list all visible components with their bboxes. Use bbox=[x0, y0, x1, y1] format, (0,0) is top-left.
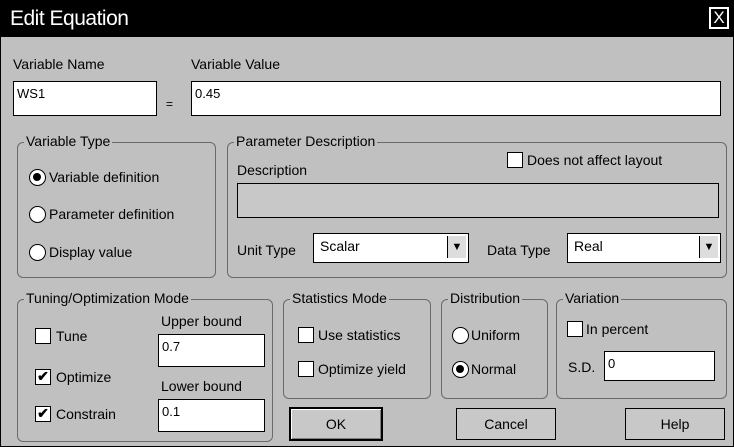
variable-name-label: Variable Name bbox=[13, 56, 105, 72]
optimize-checkbox[interactable]: ✔ bbox=[35, 369, 51, 385]
parameter-definition-radio[interactable] bbox=[29, 206, 46, 223]
upper-bound-input[interactable]: 0.7 bbox=[158, 334, 265, 367]
distribution-legend: Distribution bbox=[448, 290, 523, 306]
variable-value-label: Variable Value bbox=[191, 56, 280, 72]
variation-legend: Variation bbox=[563, 290, 622, 306]
does-not-affect-layout-label: Does not affect layout bbox=[527, 152, 663, 168]
chevron-down-icon[interactable]: ▼ bbox=[699, 236, 718, 258]
tune-checkbox[interactable] bbox=[35, 328, 51, 344]
data-type-label: Data Type bbox=[487, 242, 551, 258]
lower-bound-input[interactable]: 0.1 bbox=[158, 399, 265, 432]
description-label: Description bbox=[237, 162, 308, 178]
optimize-yield-checkbox[interactable] bbox=[298, 361, 314, 377]
help-button[interactable]: Help bbox=[625, 408, 725, 440]
distribution-group: Distribution bbox=[441, 290, 548, 399]
sd-label: S.D. bbox=[568, 359, 596, 375]
parameter-description-legend: Parameter Description bbox=[234, 133, 378, 149]
tuning-optimization-legend: Tuning/Optimization Mode bbox=[24, 290, 191, 306]
dialog-title: Edit Equation bbox=[10, 7, 129, 30]
variable-name-input[interactable]: WS1 bbox=[13, 81, 157, 116]
chevron-down-icon[interactable]: ▼ bbox=[447, 236, 466, 258]
constrain-label: Constrain bbox=[56, 406, 116, 422]
statistics-mode-group: Statistics Mode bbox=[283, 290, 431, 399]
statistics-mode-legend: Statistics Mode bbox=[290, 290, 389, 306]
variable-type-legend: Variable Type bbox=[24, 133, 113, 149]
variable-definition-radio[interactable] bbox=[29, 169, 46, 186]
close-icon[interactable]: X bbox=[709, 7, 729, 29]
in-percent-label: In percent bbox=[586, 321, 649, 337]
data-type-value: Real bbox=[574, 238, 603, 254]
sd-input[interactable]: 0 bbox=[604, 351, 715, 381]
normal-label: Normal bbox=[471, 361, 517, 377]
tune-label: Tune bbox=[56, 328, 88, 344]
does-not-affect-layout-checkbox[interactable] bbox=[507, 152, 523, 168]
unit-type-label: Unit Type bbox=[237, 242, 296, 258]
optimize-label: Optimize bbox=[56, 369, 112, 385]
description-input[interactable] bbox=[237, 183, 719, 218]
parameter-definition-label: Parameter definition bbox=[49, 206, 175, 222]
display-value-radio[interactable] bbox=[29, 244, 46, 261]
optimize-yield-label: Optimize yield bbox=[318, 361, 406, 377]
uniform-label: Uniform bbox=[471, 327, 521, 343]
in-percent-checkbox[interactable] bbox=[567, 321, 583, 337]
uniform-radio[interactable] bbox=[452, 327, 469, 344]
lower-bound-label: Lower bound bbox=[161, 378, 242, 394]
constrain-checkbox[interactable]: ✔ bbox=[35, 406, 51, 422]
unit-type-select[interactable]: Scalar ▼ bbox=[313, 233, 469, 263]
unit-type-value: Scalar bbox=[320, 238, 360, 254]
upper-bound-label: Upper bound bbox=[161, 313, 242, 329]
data-type-select[interactable]: Real ▼ bbox=[567, 233, 721, 263]
variable-value-input[interactable]: 0.45 bbox=[191, 81, 721, 116]
variable-definition-label: Variable definition bbox=[49, 169, 160, 185]
variation-group: Variation bbox=[556, 290, 727, 399]
cancel-button[interactable]: Cancel bbox=[456, 408, 556, 440]
use-statistics-label: Use statistics bbox=[318, 327, 401, 343]
use-statistics-checkbox[interactable] bbox=[298, 327, 314, 343]
ok-button[interactable]: OK bbox=[289, 407, 383, 441]
equals-sign: = bbox=[166, 97, 174, 111]
normal-radio[interactable] bbox=[452, 361, 469, 378]
display-value-label: Display value bbox=[49, 244, 133, 260]
title-bar[interactable]: Edit Equation X bbox=[1, 1, 733, 37]
edit-equation-dialog: Edit Equation X Variable Name Variable V… bbox=[0, 0, 734, 447]
